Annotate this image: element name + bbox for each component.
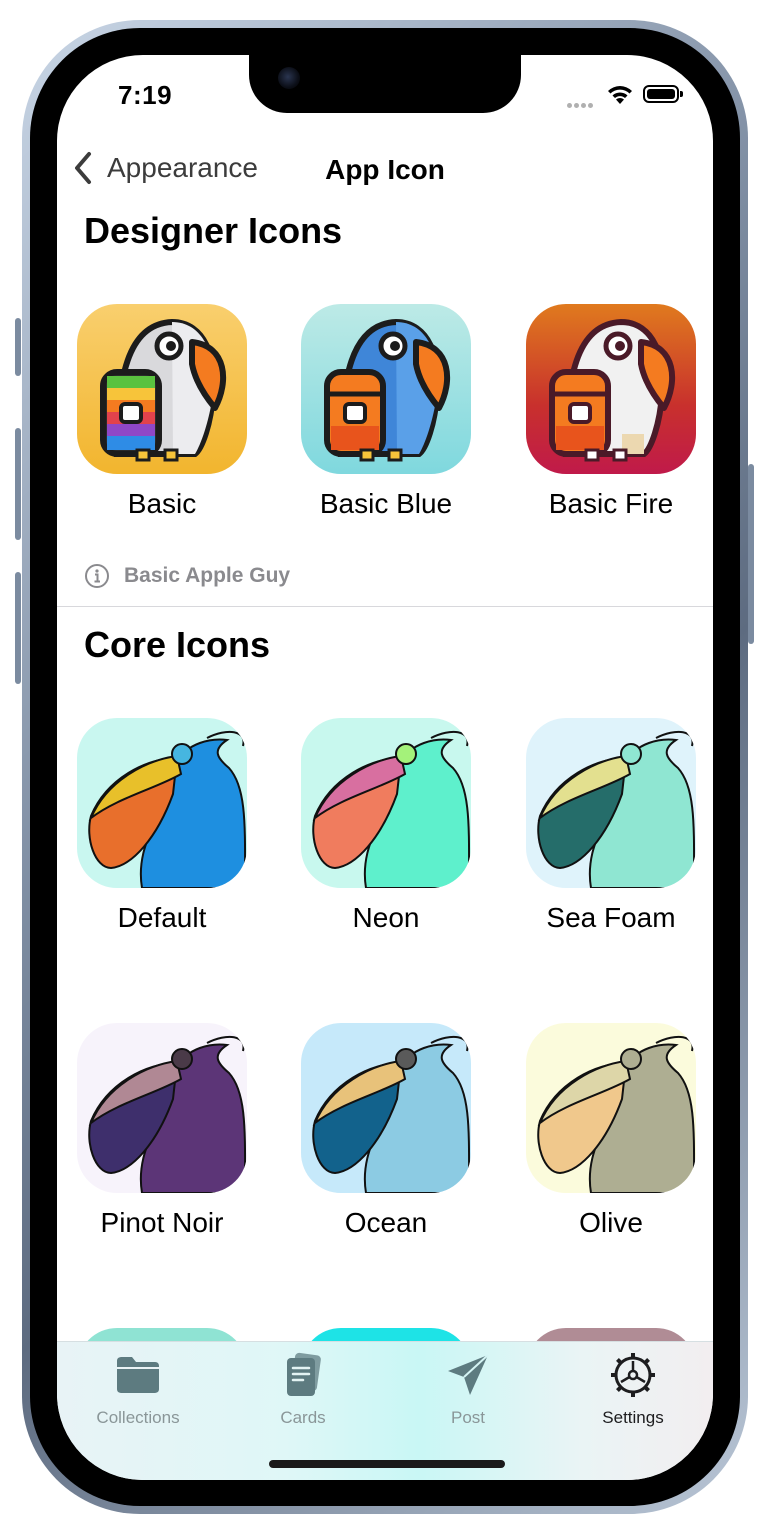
screen: 7:19 Appearance App Icon Designer Icons (57, 55, 713, 1480)
basic-bird-icon (77, 304, 247, 474)
tab-label: Post (450, 1408, 486, 1427)
gear-icon (568, 1350, 698, 1400)
icon-label: Pinot Noir (100, 1207, 224, 1238)
home-indicator (269, 1460, 505, 1468)
pelican-pinot-noir-icon (77, 1023, 247, 1193)
battery-icon (643, 85, 683, 103)
pelican-default-icon (77, 718, 247, 888)
icon-option-olive[interactable]: Olive (526, 1023, 696, 1239)
tab-post[interactable]: Post (403, 1350, 533, 1428)
icon-option-basic[interactable]: Basic (77, 304, 247, 520)
icon-option-pinot-noir[interactable]: Pinot Noir (77, 1023, 247, 1239)
icon-label: Sea Foam (546, 902, 676, 933)
info-icon (85, 564, 109, 588)
basic-blue-bird-icon (301, 304, 471, 474)
icon-option-ocean[interactable]: Ocean (301, 1023, 471, 1239)
volume-up-button (15, 428, 21, 540)
page-title: App Icon (325, 154, 445, 185)
icon-label: Olive (579, 1207, 643, 1238)
front-camera (278, 67, 300, 89)
pelican-sea-foam-icon (526, 718, 696, 888)
paper-plane-icon (403, 1350, 533, 1400)
tab-label: Settings (602, 1408, 664, 1427)
icon-label: Basic Fire (548, 488, 674, 519)
silent-switch (15, 318, 21, 376)
icon-label: Basic Blue (319, 488, 453, 519)
tab-cards[interactable]: Cards (238, 1350, 368, 1428)
designer-credit[interactable]: Basic Apple Guy (84, 563, 290, 589)
folder-icon (73, 1350, 203, 1400)
tab-label: Cards (280, 1408, 326, 1427)
icon-label: Default (117, 902, 207, 933)
wifi-icon (605, 83, 635, 110)
icon-option-neon[interactable]: Neon (301, 718, 471, 934)
icon-label: Ocean (344, 1207, 428, 1238)
section-divider (57, 606, 713, 607)
tab-label: Collections (96, 1408, 180, 1427)
icon-option-sea-foam[interactable]: Sea Foam (526, 718, 696, 934)
cards-icon (238, 1350, 368, 1400)
pelican-ocean-icon (301, 1023, 471, 1193)
cellular-signal-icon (567, 95, 595, 113)
icon-label: Neon (352, 902, 420, 933)
tab-collections[interactable]: Collections (73, 1350, 203, 1428)
basic-fire-bird-icon (526, 304, 696, 474)
icon-label: Basic (127, 488, 197, 519)
power-button (748, 464, 754, 644)
core-icons-heading: Core Icons (84, 624, 271, 665)
pelican-neon-icon (301, 718, 471, 888)
icon-option-basic-fire[interactable]: Basic Fire (526, 304, 696, 520)
tab-settings[interactable]: Settings (568, 1350, 698, 1428)
icon-option-default[interactable]: Default (77, 718, 247, 934)
pelican-olive-icon (526, 1023, 696, 1193)
icon-option-basic-blue[interactable]: Basic Blue (301, 304, 471, 520)
status-time: 7:19 (118, 80, 173, 110)
volume-down-button (15, 572, 21, 684)
designer-credit-label: Basic Apple Guy (124, 564, 291, 587)
designer-icons-heading: Designer Icons (84, 210, 343, 251)
